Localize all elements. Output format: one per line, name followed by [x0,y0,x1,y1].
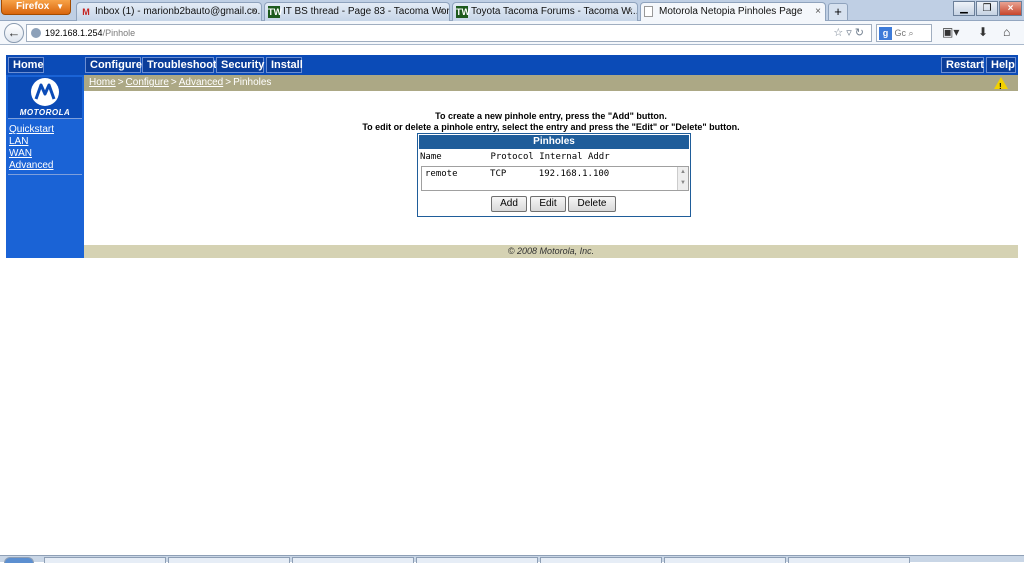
search-input[interactable]: g Gc ⌕ [876,24,932,42]
page-footer: © 2008 Motorola, Inc. [84,245,1018,258]
search-placeholder: Gc [894,28,907,38]
window-close-button[interactable]: × [999,1,1022,16]
navigation-toolbar: ← 192.168.1.254/Pinhole ☆▿↻ g Gc ⌕ ▣▾ ⬇ … [0,21,1024,45]
start-button[interactable] [4,557,34,563]
tab-title: Inbox (1) - marionb2bauto@gmail.co... [95,6,262,17]
taskbar-item[interactable] [788,557,910,563]
taskbar-item[interactable] [44,557,166,563]
maximize-button[interactable]: ❐ [976,1,998,16]
nav-security-button[interactable]: Security [216,57,264,73]
motorola-logo: MOTOROLA [8,77,82,119]
page-icon [644,6,653,17]
firefox-menu-button[interactable]: Firefox ▼ [1,0,71,15]
close-icon[interactable]: × [439,3,445,20]
instruction-add: To create a new pinhole entry, press the… [435,111,667,121]
breadcrumb-configure[interactable]: Configure [126,77,169,88]
bookmark-star-icon[interactable]: ☆▿↻ [833,25,867,41]
sidebar-item-wan[interactable]: WAN [9,148,32,159]
breadcrumb-advanced[interactable]: Advanced [179,77,223,88]
taskbar-item[interactable] [416,557,538,563]
router-content: Home > Configure > Advanced > Pinholes ! To cr… [84,75,1018,258]
search-icon[interactable]: ⌕ [909,28,914,38]
edit-button[interactable]: Edit [530,196,566,212]
tab-title: Motorola Netopia Pinholes Page [659,6,803,17]
gmail-icon: M [82,7,90,17]
nav-home-button[interactable]: Home [8,57,44,73]
browser-tab-strip: Firefox ▼ M Inbox (1) - marionb2bauto@gm… [0,0,1024,22]
close-icon[interactable]: × [815,3,821,20]
instruction-edit-delete: To edit or delete a pinhole entry, selec… [362,122,740,132]
pinholes-column-headers: Name Protocol Internal Addr [420,152,610,162]
nav-configure-button[interactable]: Configure [85,57,142,73]
nav-install-button[interactable]: Install [266,57,303,73]
breadcrumb: Home > Configure > Advanced > Pinholes ! [84,75,1018,91]
tab-it-bs-thread[interactable]: TW IT BS thread - Page 83 - Tacoma Worl.… [264,2,450,21]
bookmarks-icon[interactable]: ▣▾ [942,25,959,39]
nav-troubleshoot-button[interactable]: Troubleshoot [142,57,217,73]
router-sidebar: MOTOROLA Quickstart LAN WAN Advanced [6,75,84,258]
warning-icon[interactable]: ! [994,77,1008,91]
tw-icon: TW [456,6,470,18]
breadcrumb-separator: > [117,77,124,88]
pinholes-title: Pinholes [419,135,689,149]
listbox-scrollbar[interactable]: ▲ ▼ [677,167,688,190]
taskbar-item[interactable] [168,557,290,563]
pinholes-listbox[interactable]: remote TCP 192.168.1.100 ▲ ▼ [421,166,689,191]
url-path: /Pinhole [102,28,136,38]
google-icon: g [879,27,892,41]
tab-title: Toyota Tacoma Forums - Tacoma W... [471,6,638,17]
router-top-nav: Home Configure Troubleshoot Security Ins… [6,55,1018,75]
list-item[interactable]: remote TCP 192.168.1.100 [425,169,609,179]
globe-icon [31,28,41,38]
url-host: 192.168.1.254 [45,28,103,38]
nav-help-button[interactable]: Help [986,57,1016,73]
taskbar-item[interactable] [540,557,662,563]
pinholes-panel: Pinholes Name Protocol Internal Addr rem… [417,133,691,217]
breadcrumb-separator: > [225,77,232,88]
taskbar-item[interactable] [664,557,786,563]
tw-icon: TW [268,6,282,18]
minimize-button[interactable]: ▁ [953,1,975,16]
url-bar[interactable]: 192.168.1.254/Pinhole ☆▿↻ [26,24,872,42]
tab-title: IT BS thread - Page 83 - Tacoma Worl... [283,6,450,17]
home-icon[interactable]: ⌂ [1003,25,1010,39]
taskbar-item[interactable] [292,557,414,563]
new-tab-button[interactable]: + [828,3,848,20]
close-icon[interactable]: × [627,3,633,20]
sidebar-divider [8,174,82,175]
logo-text: MOTOROLA [19,108,71,117]
nav-restart-button[interactable]: Restart [941,57,984,73]
breadcrumb-separator: > [170,77,177,88]
chevron-down-icon: ▼ [56,2,64,11]
motorola-batwing-icon [31,78,59,106]
sidebar-item-quickstart[interactable]: Quickstart [9,124,54,135]
os-taskbar [0,555,1024,563]
add-button[interactable]: Add [491,196,527,212]
firefox-menu-label: Firefox [16,1,50,12]
breadcrumb-current: Pinholes [233,77,272,88]
tab-gmail-inbox[interactable]: M Inbox (1) - marionb2bauto@gmail.co... … [76,2,262,21]
close-icon[interactable]: × [251,3,257,20]
router-page: Home Configure Troubleshoot Security Ins… [6,55,1018,258]
download-icon[interactable]: ⬇ [978,25,988,39]
sidebar-item-advanced[interactable]: Advanced [9,160,53,171]
tab-toyota-tacoma-forums[interactable]: TW Toyota Tacoma Forums - Tacoma W... × [452,2,638,21]
back-button[interactable]: ← [4,23,24,43]
tab-motorola-pinholes[interactable]: Motorola Netopia Pinholes Page × [640,2,826,22]
sidebar-item-lan[interactable]: LAN [9,136,28,147]
breadcrumb-home[interactable]: Home [89,77,116,88]
delete-button[interactable]: Delete [568,196,616,212]
